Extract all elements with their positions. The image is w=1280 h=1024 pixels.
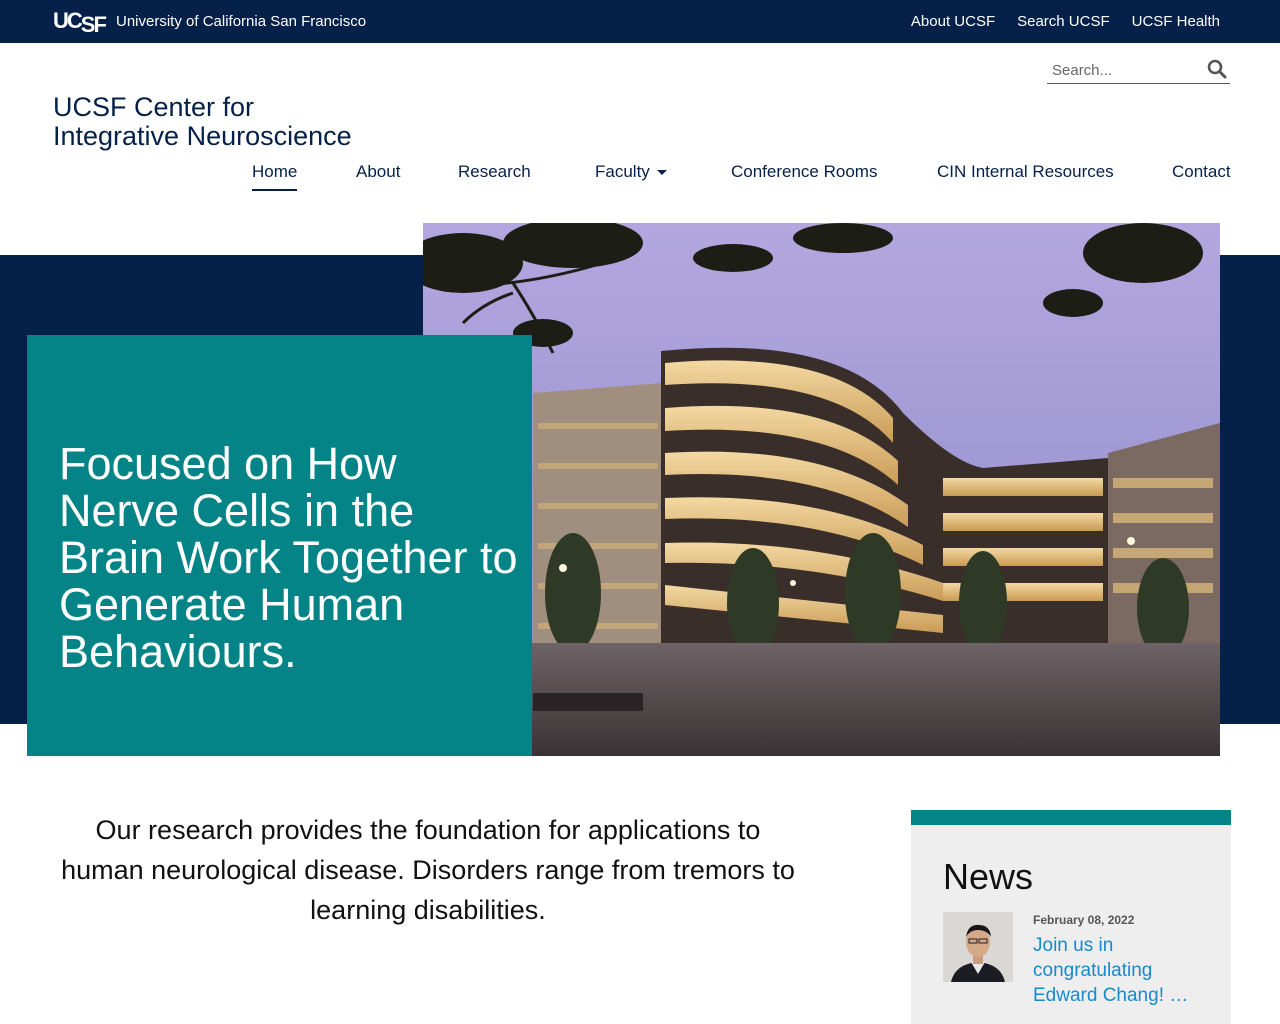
intro-text: Our research provides the foundation for…	[61, 815, 795, 925]
news-title: News	[943, 856, 1034, 897]
utility-bar: UCSF University of California San Franci…	[0, 0, 1280, 43]
nav-cin-internal-resources[interactable]: CIN Internal Resources	[937, 162, 1114, 182]
ucsf-logo[interactable]: UCSF	[53, 8, 107, 37]
news-accent-bar	[911, 810, 1231, 825]
nav-faculty-label: Faculty	[595, 162, 650, 181]
news-headline-link[interactable]: Join us in congratulating Edward Chang! …	[1033, 933, 1208, 1008]
search-box	[1047, 56, 1230, 84]
hero-card: Focused on How Nerve Cells in the Brain …	[27, 335, 532, 756]
search-icon[interactable]	[1207, 59, 1227, 79]
nav-conference-rooms[interactable]: Conference Rooms	[731, 162, 877, 182]
search-input[interactable]	[1052, 59, 1202, 81]
news-date: February 08, 2022	[1033, 913, 1135, 927]
hero-building-photo	[423, 223, 1220, 756]
site-title-line-1: UCSF Center for	[53, 92, 255, 122]
nav-research[interactable]: Research	[458, 162, 531, 182]
nav-faculty[interactable]: Faculty	[595, 162, 667, 182]
nav-home[interactable]: Home	[252, 162, 298, 191]
site-title-line-2: Integrative Neuroscience	[53, 121, 352, 151]
ucsf-health-link[interactable]: UCSF Health	[1132, 13, 1220, 30]
nav-about[interactable]: About	[356, 162, 400, 182]
site-title[interactable]: UCSF Center for Integrative Neuroscience	[53, 93, 352, 151]
news-thumbnail[interactable]	[943, 912, 1013, 982]
caret-down-icon	[656, 170, 667, 176]
search-ucsf-link[interactable]: Search UCSF	[1017, 13, 1110, 30]
nav-contact[interactable]: Contact	[1172, 162, 1231, 182]
hero-headline: Focused on How Nerve Cells in the Brain …	[59, 438, 518, 677]
university-name[interactable]: University of California San Francisco	[116, 13, 366, 30]
news-panel: News February 08, 2022 Join us in congra…	[911, 810, 1231, 1024]
main-nav: Home About Research Faculty Conference R…	[0, 160, 1280, 194]
about-ucsf-link[interactable]: About UCSF	[911, 13, 995, 30]
utility-links: About UCSF Search UCSF UCSF Health	[911, 13, 1220, 30]
